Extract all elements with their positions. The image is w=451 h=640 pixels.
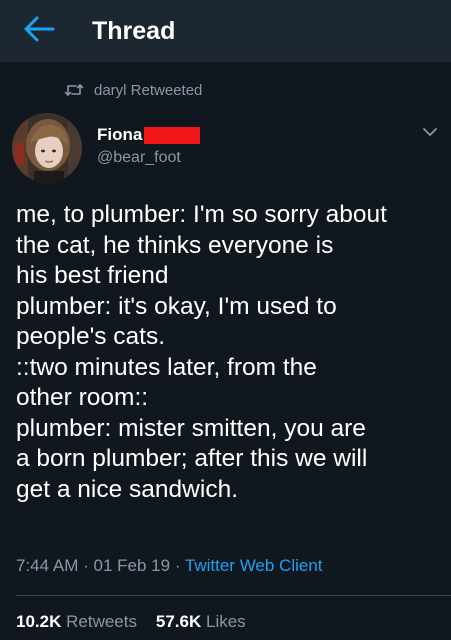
retweets-label: Retweets (66, 612, 137, 631)
client-link[interactable]: Twitter Web Client (185, 556, 323, 575)
redaction-bar (144, 126, 201, 144)
page-title: Thread (92, 17, 176, 45)
display-name[interactable]: Fiona (97, 125, 142, 145)
avatar[interactable] (12, 113, 82, 183)
likes-stat[interactable]: 57.6K Likes (156, 612, 246, 631)
top-app-bar: Thread (0, 0, 451, 62)
likes-count: 57.6K (155, 612, 202, 631)
chevron-down-icon (422, 124, 438, 142)
retweet-icon (64, 83, 84, 97)
tweet-author[interactable]: Fiona @bear_foot (97, 124, 201, 167)
meta-separator: · (83, 556, 89, 575)
arrow-left-icon (23, 15, 55, 48)
tweet-text: me, to plumber: I'm so sorry about the c… (16, 201, 387, 503)
retweet-context[interactable]: daryl Retweeted (64, 79, 202, 101)
tweet-meta: 7:44 AM · 01 Feb 19 · Twitter Web Client (16, 556, 323, 576)
retweet-text: daryl Retweeted (94, 81, 203, 99)
divider (16, 595, 451, 596)
tweet-stats: 10.2K Retweets 57.6K Likes (16, 612, 246, 632)
meta-separator: · (174, 556, 181, 575)
retweets-stat[interactable]: 10.2K Retweets (16, 612, 142, 631)
retweets-count: 10.2K (16, 612, 62, 631)
tweet-time: 7:44 AM (16, 556, 79, 575)
tweet-date: 01 Feb 19 (93, 556, 171, 575)
user-handle[interactable]: @bear_foot (97, 149, 200, 167)
tweet-options-button[interactable] (419, 124, 441, 142)
likes-label: Likes (206, 612, 246, 631)
back-button[interactable] (22, 16, 56, 46)
